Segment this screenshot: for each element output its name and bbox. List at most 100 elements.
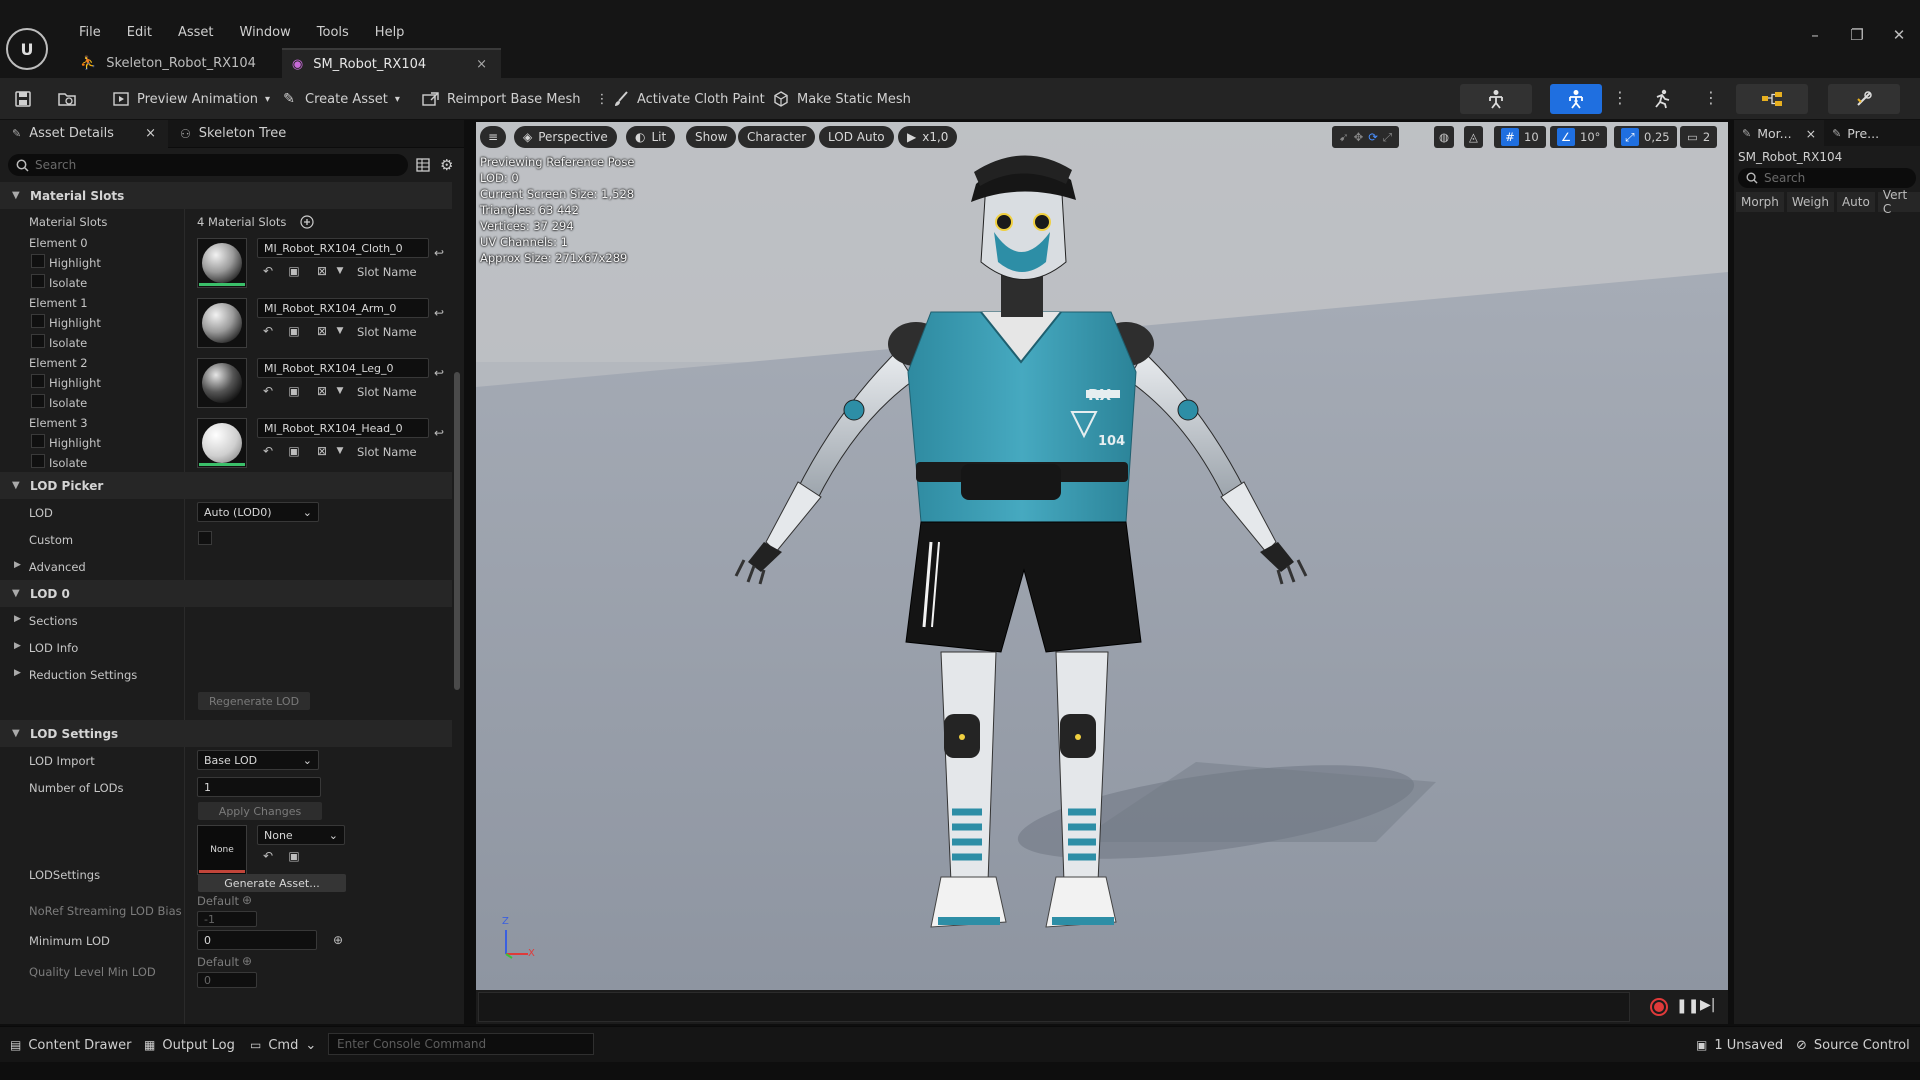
kebab-menu-icon[interactable]: ⋮ xyxy=(596,92,609,107)
content-drawer-button[interactable]: ▤ Content Drawer xyxy=(10,1027,131,1063)
perspective-button[interactable]: ◈ Perspective xyxy=(514,126,617,148)
column-header[interactable]: Vert C xyxy=(1877,188,1920,216)
section-material-slots[interactable]: ▼ Material Slots xyxy=(0,182,452,209)
highlight-checkbox[interactable] xyxy=(31,254,45,268)
material-options-icon[interactable]: ⊠ xyxy=(315,384,329,398)
reset-arrow-icon[interactable]: ↩ xyxy=(432,366,446,380)
lod-import-dropdown[interactable]: Base LOD ⌄ xyxy=(197,750,319,770)
show-button[interactable]: Show xyxy=(686,126,737,148)
tab-skeleton[interactable]: ⛹ Skeleton_Robot_RX104 xyxy=(70,48,270,78)
tab-skeletal-mesh[interactable]: ◉ SM_Robot_RX104 × xyxy=(281,48,502,78)
reimport-button[interactable]: Reimport Base Mesh ⋮ xyxy=(422,78,609,120)
translate-tool-icon[interactable]: ✥ xyxy=(1354,130,1364,144)
close-window-button[interactable]: ✕ xyxy=(1878,26,1920,44)
isolate-checkbox[interactable] xyxy=(31,334,45,348)
quality-min-lod-input[interactable]: 0 xyxy=(197,972,257,988)
source-control-button[interactable]: ⊘ Source Control xyxy=(1796,1027,1910,1063)
reset-arrow-icon[interactable]: ↩ xyxy=(432,306,446,320)
section-lod-picker[interactable]: ▼ LOD Picker xyxy=(0,472,452,499)
browse-asset-icon[interactable]: ▣ xyxy=(287,384,301,398)
minimize-button[interactable]: – xyxy=(1794,26,1836,44)
minimum-lod-input[interactable]: 0 xyxy=(197,930,317,950)
menu-edit[interactable]: Edit xyxy=(114,25,165,40)
material-thumbnail[interactable] xyxy=(197,358,247,408)
isolate-checkbox[interactable] xyxy=(31,394,45,408)
pause-button[interactable]: ❚❚ xyxy=(1676,998,1699,1014)
reset-arrow-icon[interactable]: ↩ xyxy=(432,246,446,260)
lit-button[interactable]: ◐ Lit xyxy=(626,126,676,148)
mesh-mode-button[interactable] xyxy=(1550,84,1602,114)
close-tab-icon[interactable]: × xyxy=(145,126,156,141)
animation-mode-button[interactable] xyxy=(1636,84,1688,114)
character-button[interactable]: Character xyxy=(738,126,816,148)
lodsettings-dropdown[interactable]: None ⌄ xyxy=(257,825,345,845)
chevron-down-icon[interactable]: ▼ xyxy=(333,384,347,398)
custom-checkbox[interactable] xyxy=(198,531,212,545)
material-picker[interactable]: MI_Robot_RX104_Leg_0 xyxy=(257,358,429,378)
tab-skeleton-tree[interactable]: ⚇ Skeleton Tree xyxy=(168,120,298,148)
add-override-icon[interactable]: ⊕ xyxy=(331,933,345,947)
advanced-row[interactable]: ▶ Advanced xyxy=(14,560,86,574)
table-view-icon[interactable] xyxy=(416,158,432,172)
settings-gear-icon[interactable]: ⚙ xyxy=(440,156,456,174)
select-tool-icon[interactable]: ➹ xyxy=(1339,130,1349,144)
record-button[interactable] xyxy=(1650,998,1668,1016)
chevron-down-icon[interactable]: ▼ xyxy=(333,324,347,338)
kebab-menu-icon[interactable]: ⋮ xyxy=(1612,88,1628,107)
chevron-down-icon[interactable]: ▼ xyxy=(333,264,347,278)
column-header[interactable]: Weigh xyxy=(1786,192,1834,212)
section-lod-settings[interactable]: ▼ LOD Settings xyxy=(0,720,452,747)
tab-asset-details[interactable]: ✎ Asset Details × xyxy=(0,119,168,148)
lod-dropdown[interactable]: Auto (LOD0) ⌄ xyxy=(197,502,319,522)
column-header[interactable]: Morph xyxy=(1736,192,1784,212)
blueprint-mode-button[interactable] xyxy=(1736,84,1808,114)
create-asset-button[interactable]: ✎ Create Asset ▾ xyxy=(280,78,400,120)
isolate-checkbox[interactable] xyxy=(31,454,45,468)
browse-button[interactable] xyxy=(58,78,76,120)
cmd-dropdown[interactable]: ▭ Cmd ⌄ xyxy=(250,1027,316,1063)
lodsettings-thumbnail[interactable]: None xyxy=(197,825,247,875)
play-forward-button[interactable]: ▶| xyxy=(1700,997,1715,1013)
unreal-logo-icon[interactable]: U xyxy=(6,28,48,70)
save-button[interactable] xyxy=(14,78,32,120)
close-tab-icon[interactable]: × xyxy=(476,57,487,72)
use-selected-icon[interactable]: ↶ xyxy=(261,264,275,278)
material-thumbnail[interactable] xyxy=(197,418,247,468)
skeleton-mode-button[interactable] xyxy=(1460,84,1532,114)
lod-auto-button[interactable]: LOD Auto xyxy=(819,126,894,148)
material-thumbnail[interactable] xyxy=(197,238,247,288)
material-options-icon[interactable]: ⊠ xyxy=(315,324,329,338)
coordinate-space-button[interactable]: ◍ xyxy=(1434,126,1455,148)
surface-snap-button[interactable]: ◬ xyxy=(1464,126,1483,148)
add-slot-icon[interactable] xyxy=(300,215,314,229)
morph-search-input[interactable]: Search xyxy=(1738,168,1916,188)
apply-changes-button[interactable]: Apply Changes xyxy=(198,802,322,820)
console-input[interactable]: Enter Console Command xyxy=(328,1033,594,1055)
menu-file[interactable]: File xyxy=(66,25,114,40)
generate-asset-button[interactable]: Generate Asset... xyxy=(198,874,346,892)
reduction-settings-row[interactable]: ▶ Reduction Settings xyxy=(14,668,137,682)
restore-button[interactable]: ❐ xyxy=(1836,26,1878,44)
play-speed-button[interactable]: ▶ x1,0 xyxy=(898,126,958,148)
section-lod-0[interactable]: ▼ LOD 0 xyxy=(0,580,452,607)
browse-asset-icon[interactable]: ▣ xyxy=(287,849,301,863)
material-options-icon[interactable]: ⊠ xyxy=(315,264,329,278)
num-lods-input[interactable]: 1 xyxy=(197,777,321,797)
chevron-down-icon[interactable]: ▼ xyxy=(333,444,347,458)
highlight-checkbox[interactable] xyxy=(31,434,45,448)
scale-tool-icon[interactable]: ⤢ xyxy=(1383,130,1392,145)
tab-preview-settings[interactable]: ✎ Pre... xyxy=(1824,120,1887,146)
browse-asset-icon[interactable]: ▣ xyxy=(287,264,301,278)
reset-arrow-icon[interactable]: ↩ xyxy=(432,426,446,440)
lod-info-row[interactable]: ▶ LOD Info xyxy=(14,641,78,655)
menu-tools[interactable]: Tools xyxy=(304,25,362,40)
rotate-tool-icon[interactable]: ⟳ xyxy=(1368,130,1378,144)
scale-snap-button[interactable]: ⤢ 0,25 xyxy=(1614,126,1677,148)
physics-mode-button[interactable] xyxy=(1828,84,1900,114)
details-search-input[interactable]: Search xyxy=(8,154,408,176)
tab-morph-target[interactable]: ✎ Mor... × xyxy=(1734,120,1825,146)
close-tab-icon[interactable]: × xyxy=(1806,126,1816,141)
material-picker[interactable]: MI_Robot_RX104_Head_0 xyxy=(257,418,429,438)
isolate-checkbox[interactable] xyxy=(31,274,45,288)
browse-asset-icon[interactable]: ▣ xyxy=(287,444,301,458)
